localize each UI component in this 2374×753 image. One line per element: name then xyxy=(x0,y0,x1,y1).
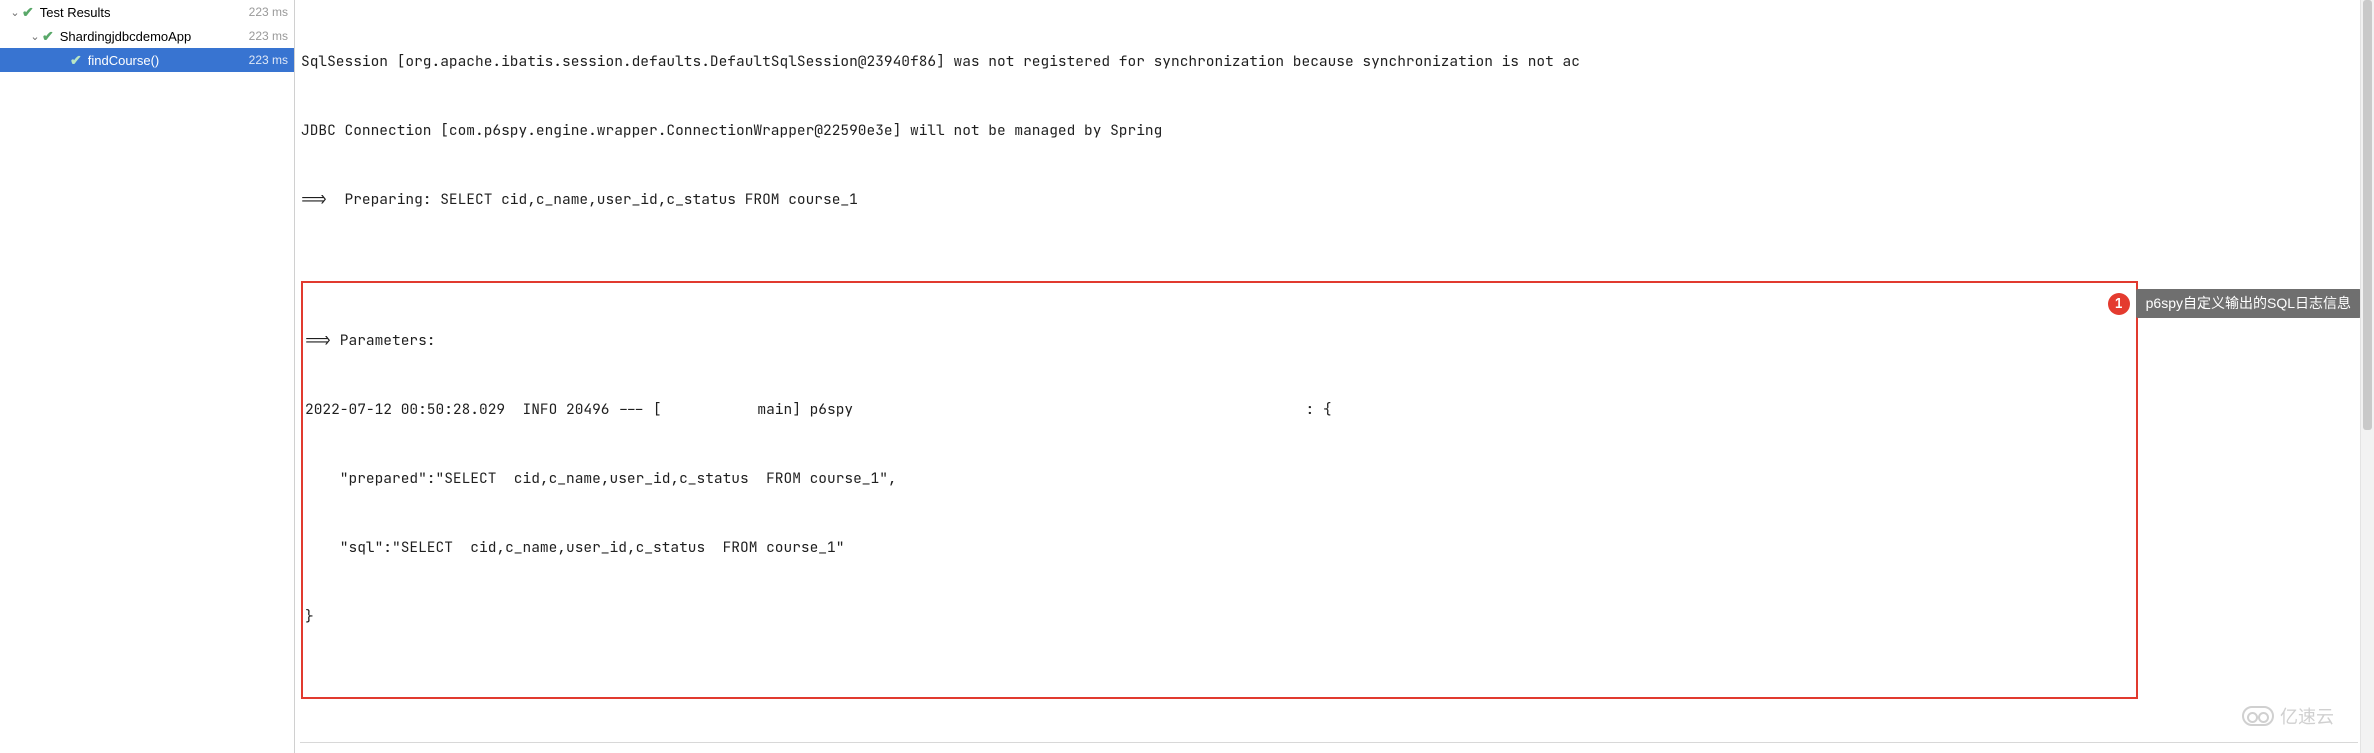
chevron-down-icon[interactable]: ⌄ xyxy=(28,30,42,43)
log-line: SqlSession [org.apache.ibatis.session.de… xyxy=(301,50,2368,73)
tree-time: 223 ms xyxy=(249,5,288,19)
tree-item-test-results[interactable]: ⌄ ✔ Test Results 223 ms xyxy=(0,0,294,24)
watermark-text: 亿速云 xyxy=(2280,703,2334,729)
tree-label: Test Results xyxy=(40,5,245,20)
scrollbar-thumb[interactable] xyxy=(2363,0,2372,430)
highlight-box-p6spy: ==> Parameters: 2022-07-12 00:50:28.029 … xyxy=(301,281,2138,699)
scrollbar-vertical[interactable] xyxy=(2360,0,2374,753)
watermark: 亿速云 xyxy=(2242,703,2334,729)
log-line: } xyxy=(305,605,2134,628)
check-icon: ✔ xyxy=(42,28,54,45)
log-line: "sql":"SELECT cid,c_name,user_id,c_statu… xyxy=(305,536,2134,559)
divider xyxy=(300,742,2358,743)
log-line: 2022-07-12 00:50:28.029 INFO 20496 --- [… xyxy=(305,398,2134,421)
callout-badge: 1 xyxy=(2108,293,2130,315)
test-results-sidebar: ⌄ ✔ Test Results 223 ms ⌄ ✔ Shardingjdbc… xyxy=(0,0,295,753)
annotation-callout-1: 1 p6spy自定义输出的SQL日志信息 xyxy=(2108,289,2361,318)
tree-item-sharding-app[interactable]: ⌄ ✔ ShardingjdbcdemoApp 223 ms xyxy=(0,24,294,48)
tree-time: 223 ms xyxy=(249,29,288,43)
tree-label: ShardingjdbcdemoApp xyxy=(60,29,245,44)
tree-time: 223 ms xyxy=(249,53,288,67)
check-icon: ✔ xyxy=(70,52,82,69)
chevron-down-icon[interactable]: ⌄ xyxy=(8,6,22,19)
log-line: ==> Parameters: xyxy=(305,329,2134,352)
console-output[interactable]: SqlSession [org.apache.ibatis.session.de… xyxy=(295,0,2374,753)
log-line: JDBC Connection [com.p6spy.engine.wrappe… xyxy=(301,119,2368,142)
tree-label: findCourse() xyxy=(88,53,245,68)
watermark-icon xyxy=(2242,706,2274,726)
tree-item-find-course[interactable]: ✔ findCourse() 223 ms xyxy=(0,48,294,72)
log-line: "prepared":"SELECT cid,c_name,user_id,c_… xyxy=(305,467,2134,490)
log-line: ==> Preparing: SELECT cid,c_name,user_id… xyxy=(301,188,2368,211)
callout-label: p6spy自定义输出的SQL日志信息 xyxy=(2136,289,2361,318)
check-icon: ✔ xyxy=(22,4,34,21)
